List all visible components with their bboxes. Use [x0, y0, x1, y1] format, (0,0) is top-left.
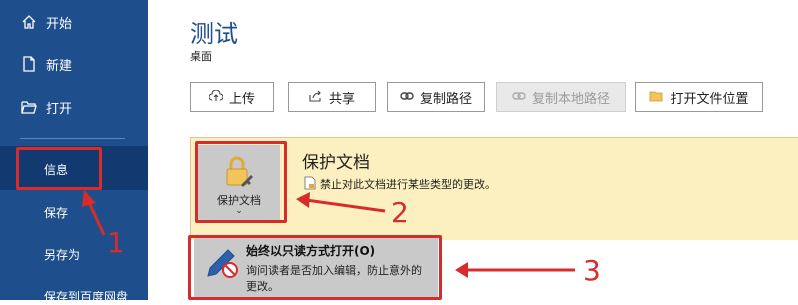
sidebar-item-open[interactable]: 打开: [20, 95, 72, 119]
share-icon: [309, 90, 323, 105]
link-icon: [400, 90, 414, 104]
sidebar-item-home[interactable]: 开始: [20, 10, 72, 34]
share-button[interactable]: 共享: [288, 82, 376, 112]
page-title: 测试: [190, 20, 238, 48]
sidebar-item-label: 新建: [46, 58, 73, 74]
document-lock-icon: [304, 175, 316, 194]
protect-document-title: 保护文档: [302, 153, 370, 173]
copy-path-button[interactable]: 复制路径: [387, 82, 485, 112]
sidebar-item-label: 开始: [46, 16, 73, 32]
copy-local-path-button[interactable]: 复制本地路径: [496, 82, 626, 112]
new-document-icon: [20, 55, 38, 73]
link-icon: [512, 90, 526, 104]
annotation-number-3: 3: [583, 254, 601, 287]
annotation-box-readonly: [188, 235, 442, 300]
sidebar-divider: [20, 138, 125, 139]
sidebar-item-save[interactable]: 保存: [44, 204, 68, 221]
folder-icon: [649, 90, 664, 105]
protect-document-description: 禁止对此文档进行某些类型的更改。: [320, 178, 496, 191]
file-location: 桌面: [190, 50, 212, 63]
sidebar-item-new[interactable]: 新建: [20, 52, 72, 76]
home-icon: [20, 13, 38, 31]
upload-button[interactable]: 上传: [190, 82, 274, 112]
sidebar-item-save-as[interactable]: 另存为: [44, 246, 80, 263]
open-file-location-button[interactable]: 打开文件位置: [635, 82, 763, 112]
sidebar-item-save-to-baidu[interactable]: 保存到百度网盘: [44, 288, 128, 305]
annotation-number-2: 2: [391, 196, 409, 229]
annotation-box-info: [16, 147, 102, 190]
annotation-box-protect: [195, 141, 287, 223]
sidebar-item-label: 打开: [46, 101, 73, 117]
open-folder-icon: [20, 98, 38, 116]
annotation-number-1: 1: [107, 226, 125, 259]
upload-icon: [208, 88, 224, 105]
